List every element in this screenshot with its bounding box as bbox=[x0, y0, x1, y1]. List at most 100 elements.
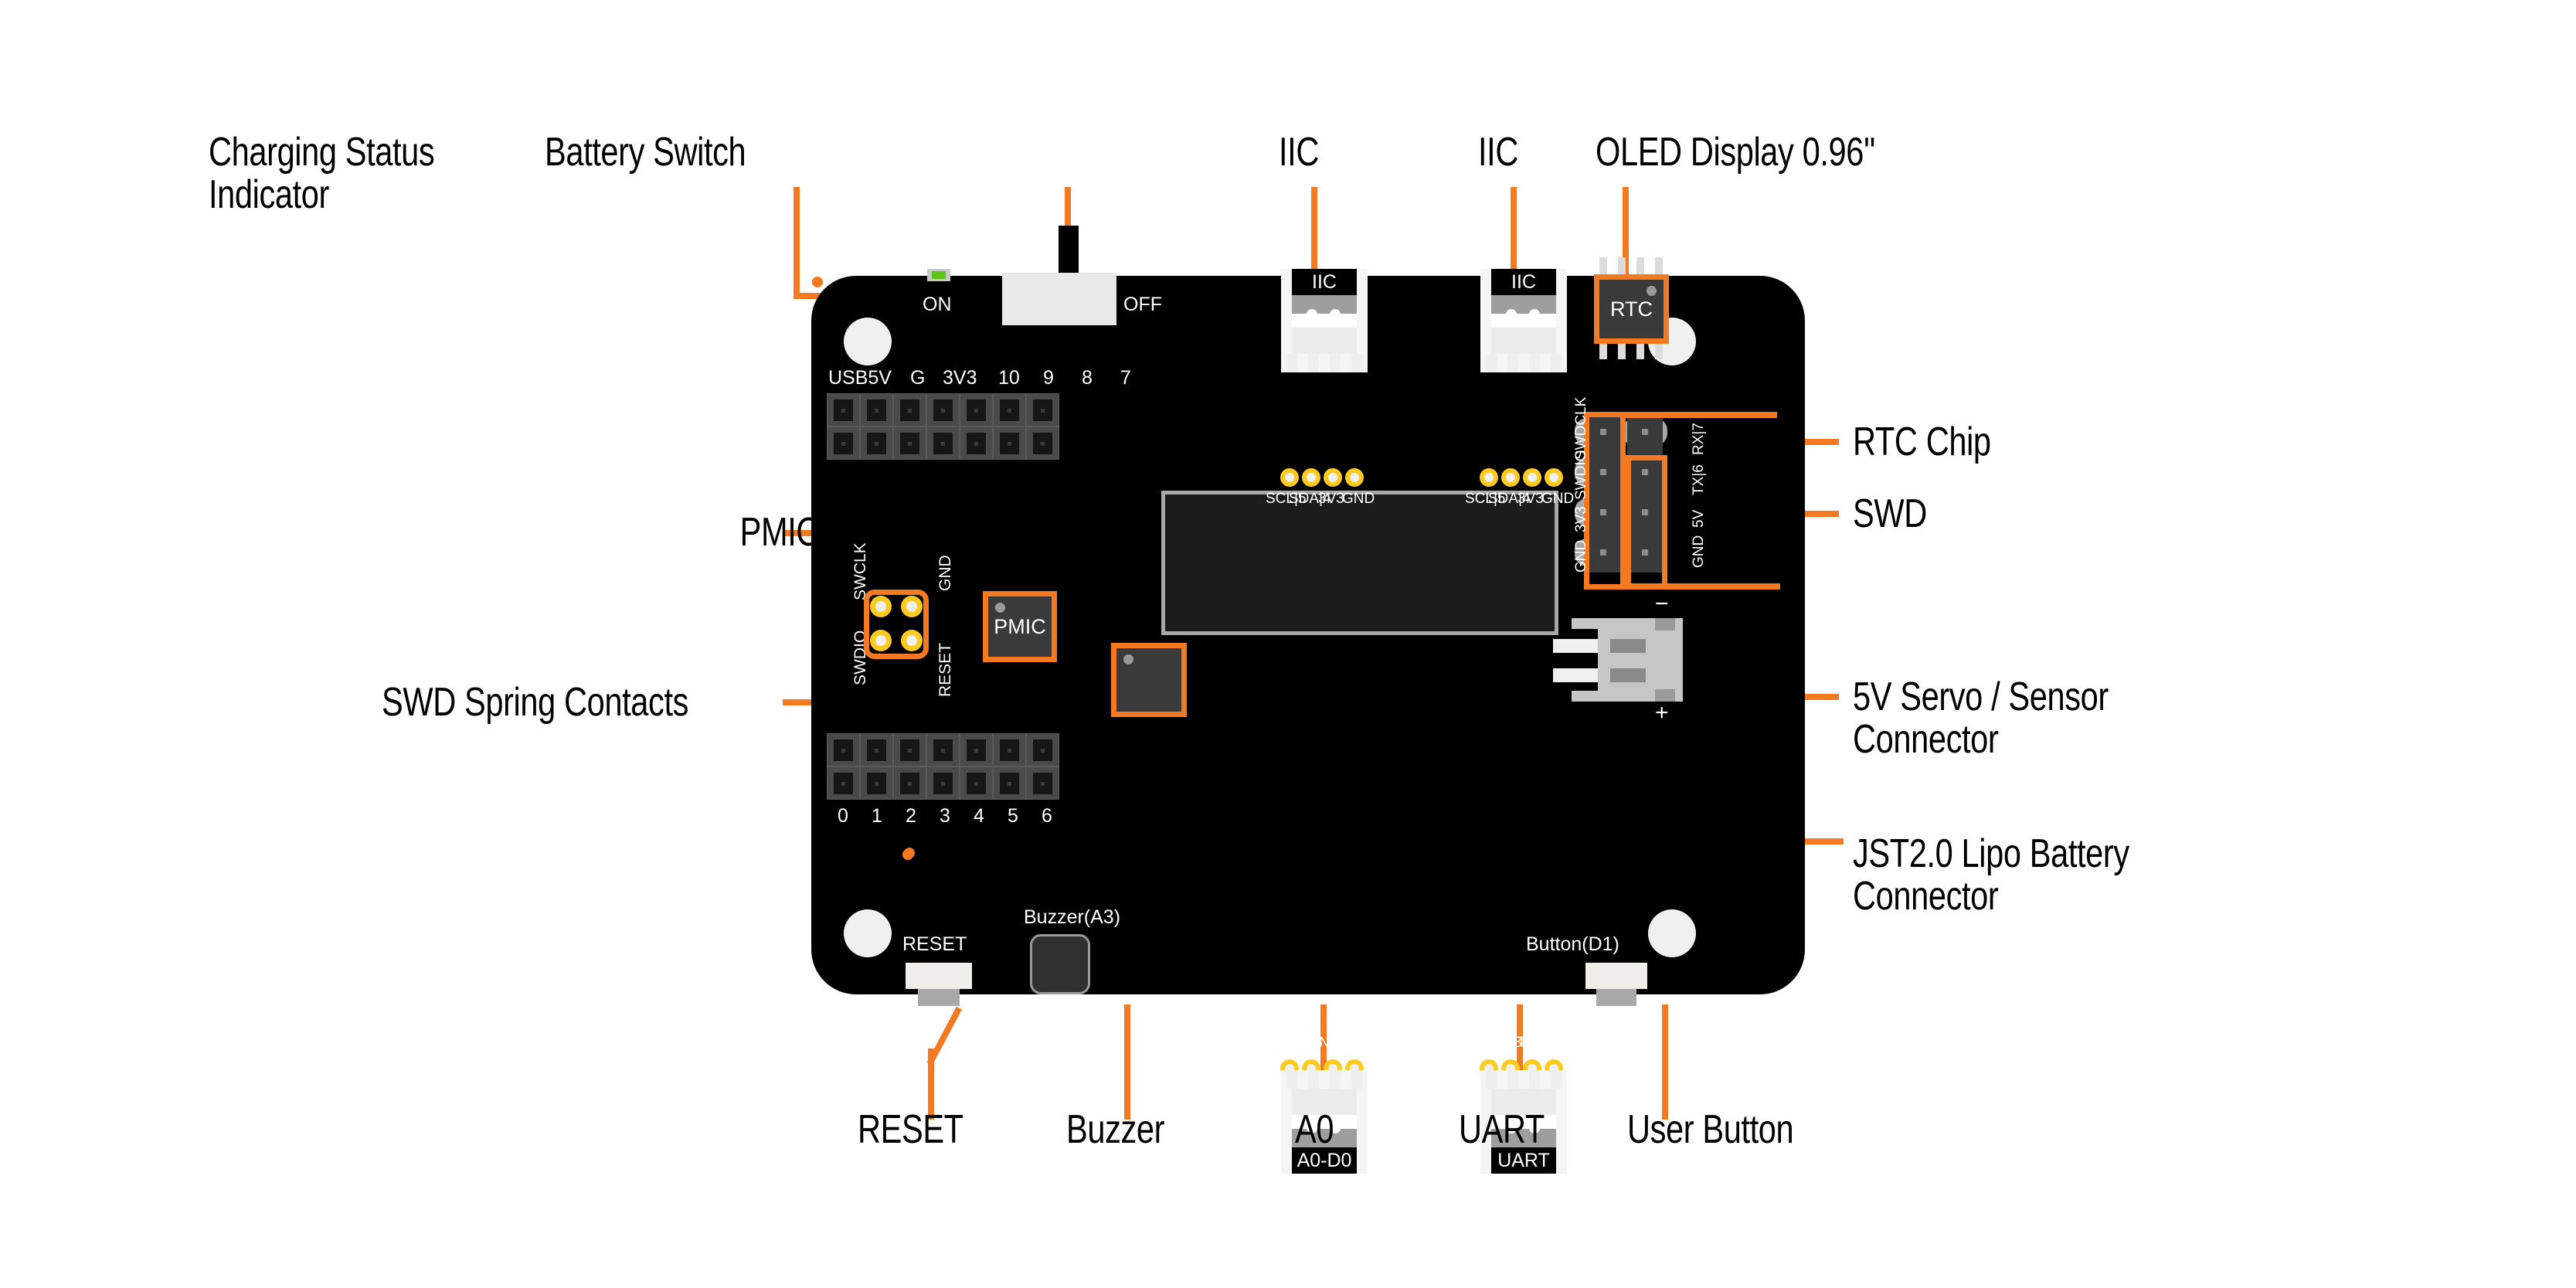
bottom-header-label-3: 3 bbox=[940, 805, 950, 827]
rtc-leg-t3 bbox=[1636, 257, 1644, 274]
uart-highlight-lead bbox=[1626, 583, 1780, 590]
callout-charging-status-indicator: Charging Status Indicator bbox=[209, 130, 435, 218]
swd-spring-pad-3[interactable] bbox=[870, 630, 892, 651]
bottom-header-label-0: 0 bbox=[838, 805, 848, 827]
grove-gray-band bbox=[1292, 295, 1357, 314]
callout-user-button: User Button bbox=[1627, 1107, 1794, 1152]
leader-iic-right bbox=[1511, 187, 1517, 281]
jst-ear-tl bbox=[1655, 618, 1675, 630]
jst-battery-connector[interactable] bbox=[1553, 618, 1683, 702]
callout-battery-switch: Battery Switch bbox=[545, 130, 746, 175]
grove-leg-2 bbox=[1507, 1070, 1518, 1089]
grove-inner bbox=[1491, 328, 1556, 354]
grove-connector-iic-right[interactable]: IIC bbox=[1480, 269, 1567, 372]
mounting-hole-bottom-left bbox=[844, 909, 892, 957]
reset-button[interactable] bbox=[906, 963, 972, 1006]
callout-a0: A0 bbox=[1295, 1107, 1334, 1152]
user-button-base bbox=[1596, 989, 1636, 1006]
leader-reset-diag bbox=[926, 1006, 963, 1065]
grove-pinlabel-a0-3: 0 bbox=[1349, 1035, 1358, 1051]
grove-leg-3 bbox=[1330, 354, 1341, 372]
bottom-pin-header[interactable] bbox=[827, 733, 1059, 800]
jst-slot-2 bbox=[1553, 668, 1598, 682]
jst-contact-1 bbox=[1610, 639, 1646, 653]
jst-plus-sign: + bbox=[1655, 700, 1669, 726]
grove-pad-iicL-4[interactable] bbox=[1345, 468, 1364, 487]
leader-charging-indicator-v bbox=[794, 187, 800, 299]
leader-buzzer bbox=[1124, 1004, 1130, 1120]
rtc-leg-t4 bbox=[1655, 257, 1663, 274]
top-header-label-6: 7 bbox=[1120, 367, 1131, 389]
buzzer bbox=[1030, 934, 1090, 994]
rtc-leg-b4 bbox=[1655, 342, 1663, 359]
battery-switch-body[interactable] bbox=[1002, 273, 1116, 325]
grove-leg-2 bbox=[1507, 354, 1518, 372]
grove-pad-iicR-3[interactable] bbox=[1523, 468, 1541, 487]
grove-leg-1 bbox=[1286, 1070, 1297, 1089]
user-button[interactable] bbox=[1585, 963, 1647, 1006]
callout-swd: SWD bbox=[1853, 491, 1927, 536]
swd-spring-pad-1[interactable] bbox=[870, 596, 892, 617]
pmic-chip-label: PMIC bbox=[994, 614, 1046, 638]
grove-pinlabel-iicL-3: GND bbox=[1342, 491, 1375, 507]
user-button-silk-label: Button(D1) bbox=[1526, 933, 1619, 955]
jst-slot-1 bbox=[1553, 639, 1598, 653]
header-label-gnd-right: GND bbox=[1691, 535, 1707, 568]
grove-pad-iicR-2[interactable] bbox=[1501, 468, 1520, 487]
rtc-leg-b2 bbox=[1618, 342, 1626, 359]
grove-leg-4 bbox=[1351, 1070, 1362, 1089]
grove-pad-iicL-1[interactable] bbox=[1280, 468, 1299, 487]
swd-spring-box bbox=[812, 277, 823, 287]
pmic-pin1-dot bbox=[995, 603, 1005, 613]
grove-nameplate: IIC bbox=[1491, 269, 1556, 295]
grove-connector-iic-left[interactable]: IIC bbox=[1281, 269, 1368, 372]
callout-reset: RESET bbox=[858, 1107, 963, 1152]
grove-leg-3 bbox=[1529, 1070, 1540, 1089]
battery-switch-knob[interactable] bbox=[1059, 226, 1079, 280]
leader-user-button bbox=[1662, 1004, 1668, 1120]
grove-pad-iicR-4[interactable] bbox=[1545, 468, 1563, 487]
mcu-pin1-dot bbox=[1123, 654, 1133, 664]
grove-leg-1 bbox=[1486, 1070, 1497, 1089]
mounting-hole-bottom-right bbox=[1648, 909, 1696, 957]
callout-rtc-chip: RTC Chip bbox=[1853, 420, 1991, 464]
top-pin-header[interactable] bbox=[827, 393, 1059, 460]
grove-pinlabel-iicL-2: 3V3 bbox=[1318, 491, 1344, 507]
grove-leg-1 bbox=[1486, 354, 1497, 372]
grove-pinlabel-uart-3: RX|7 bbox=[1541, 1035, 1574, 1051]
top-header-label-4: 9 bbox=[1043, 367, 1054, 389]
top-header-label-5: 8 bbox=[1082, 367, 1093, 389]
callout-iic-left: IIC bbox=[1279, 130, 1319, 175]
callout-jst-battery-connector: JST2.0 Lipo Battery Connector bbox=[1853, 831, 2129, 919]
grove-leg-2 bbox=[1308, 1070, 1319, 1089]
swd-spring-outline bbox=[902, 849, 913, 860]
swd-spring-pad-4[interactable] bbox=[901, 630, 923, 651]
switch-on-label: ON bbox=[923, 294, 952, 315]
grove-pad-iicL-2[interactable] bbox=[1302, 468, 1320, 487]
uart-group-highlight bbox=[1626, 455, 1667, 590]
rtc-pin1-dot bbox=[1647, 286, 1657, 296]
top-header-label-2: 3V3 bbox=[943, 367, 977, 389]
callout-servo-sensor-connector: 5V Servo / Sensor Connector bbox=[1853, 675, 2109, 763]
grove-leg-2 bbox=[1308, 354, 1319, 372]
header-label-tx6: TX|6 bbox=[1691, 464, 1707, 495]
grove-nameplate: IIC bbox=[1292, 269, 1357, 295]
development-board: ON OFF USB5V G 3V3 10 9 8 7 0 1 2 3 4 5 … bbox=[811, 226, 1805, 1174]
grove-leg-1 bbox=[1286, 354, 1297, 372]
swd-spring-pad-2[interactable] bbox=[901, 596, 923, 617]
header-label-rx7: RX|7 bbox=[1691, 423, 1707, 455]
swd-spring-label-reset: RESET bbox=[936, 642, 954, 697]
rtc-chip-label: RTC bbox=[1609, 297, 1653, 321]
buzzer-silk-label: Buzzer(A3) bbox=[1024, 906, 1121, 928]
rtc-leg-t1 bbox=[1599, 257, 1607, 274]
grove-pad-iicR-1[interactable] bbox=[1480, 468, 1498, 487]
grove-pad-iicL-3[interactable] bbox=[1324, 468, 1342, 487]
mcu-chip bbox=[1111, 643, 1187, 717]
bottom-header-label-1: 1 bbox=[872, 805, 882, 827]
callout-oled-display: OLED Display 0.96'' bbox=[1596, 130, 1876, 175]
grove-leg-3 bbox=[1330, 1070, 1341, 1089]
grove-leg-4 bbox=[1551, 354, 1562, 372]
oled-display-panel bbox=[1161, 491, 1558, 635]
reset-silk-label: RESET bbox=[902, 933, 967, 955]
swd-spring-label-gnd: GND bbox=[936, 555, 954, 591]
